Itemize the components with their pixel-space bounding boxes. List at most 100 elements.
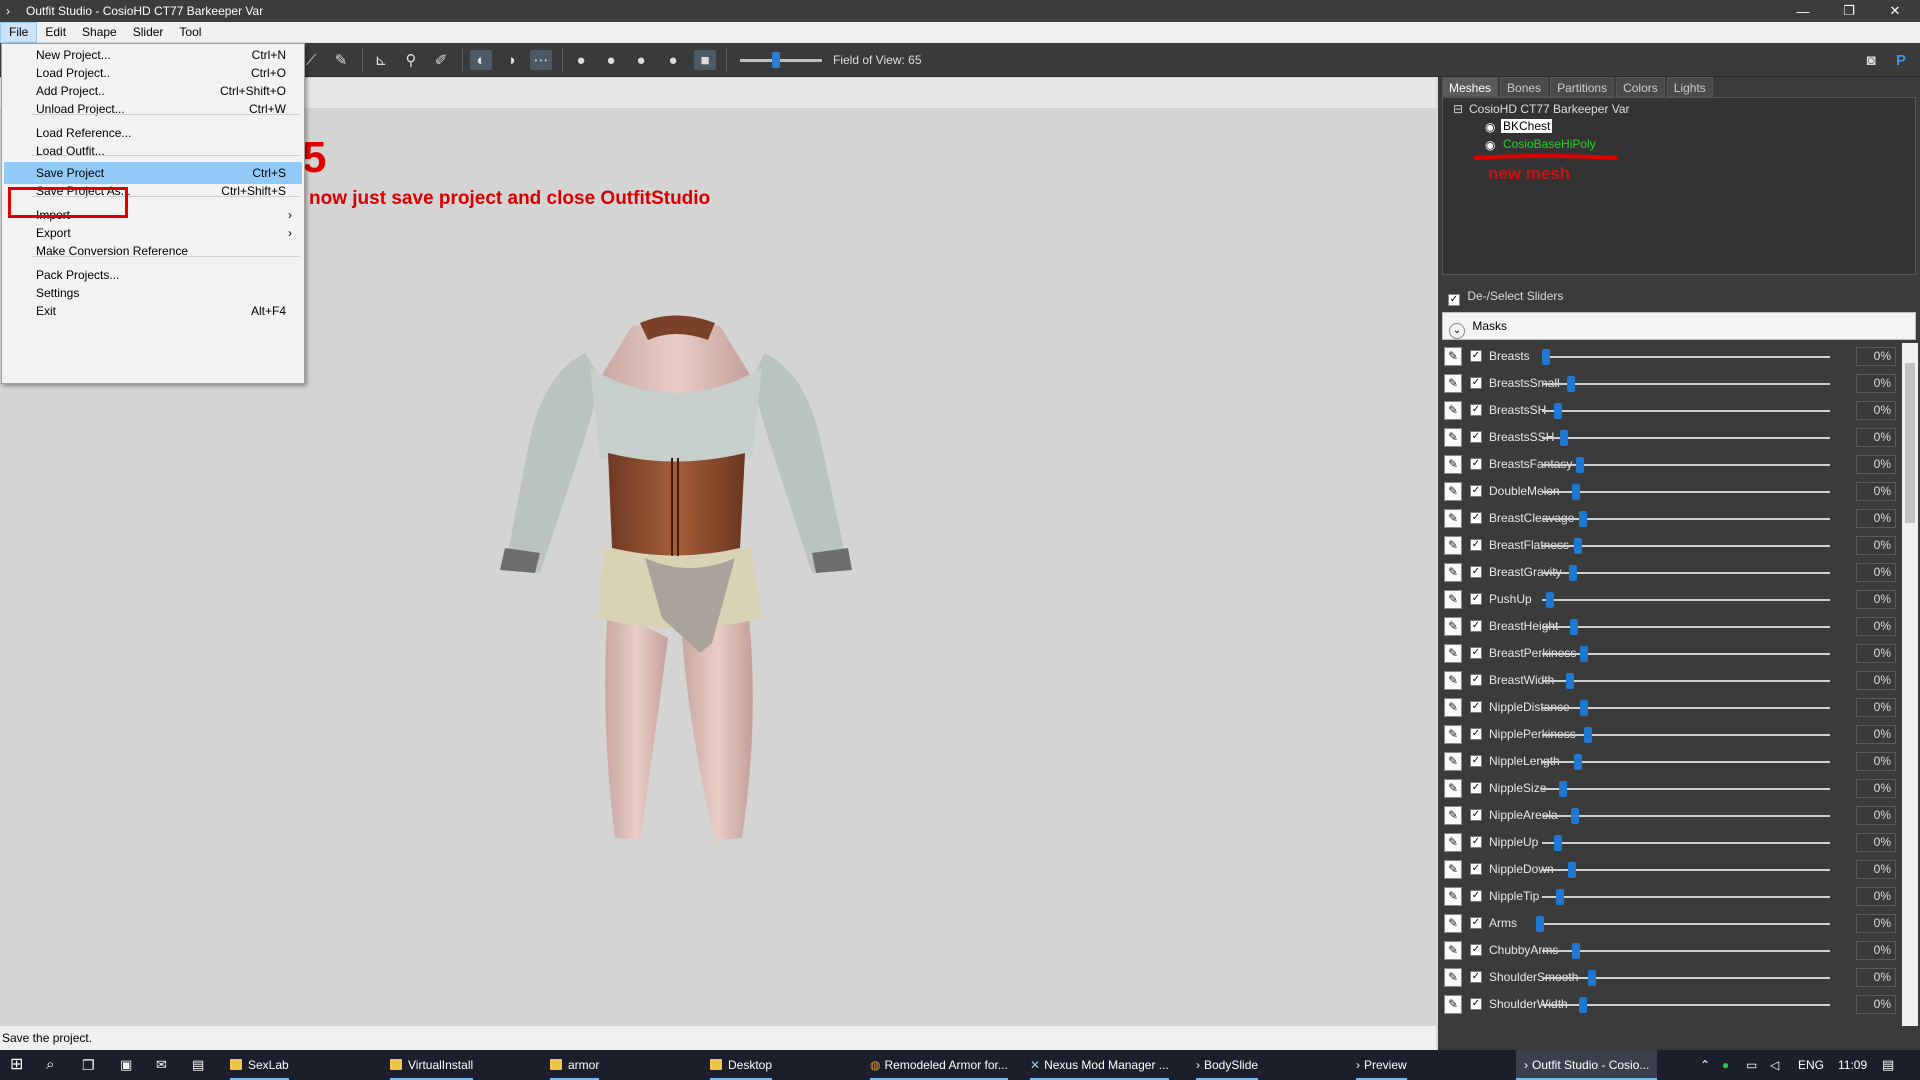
edit-slider-pencil-icon[interactable]: ✎ (1444, 455, 1462, 474)
menu-item-make-conversion-reference[interactable]: Make Conversion Reference (4, 240, 302, 262)
slider-track[interactable] (1542, 410, 1830, 412)
mesh-item-cosiobasehipoly[interactable]: CosioBaseHiPoly (1503, 137, 1596, 151)
slider-thumb[interactable] (1568, 862, 1576, 878)
slider-value-field[interactable]: 0% (1856, 941, 1896, 960)
slider-thumb[interactable] (1569, 565, 1577, 581)
taskbar-item-browser[interactable]: ◍ Remodeled Armor for... (870, 1050, 1008, 1080)
store-icon[interactable]: ▣ (120, 1050, 132, 1080)
search-icon[interactable]: ⌕ (46, 1050, 54, 1080)
slider-thumb[interactable] (1546, 592, 1554, 608)
network-icon[interactable]: ▭ (1746, 1050, 1757, 1080)
slider-track[interactable] (1542, 437, 1830, 439)
discord-icon[interactable]: ◙ (1860, 50, 1882, 70)
collapse-icon[interactable]: ⊟ (1453, 102, 1463, 116)
perspective-cube-icon[interactable]: ■ (694, 50, 716, 70)
slider-checkbox[interactable]: ✓ (1470, 701, 1482, 713)
edit-slider-pencil-icon[interactable]: ✎ (1444, 833, 1462, 852)
edit-slider-pencil-icon[interactable]: ✎ (1444, 995, 1462, 1014)
slider-track[interactable] (1542, 680, 1830, 682)
slider-track[interactable] (1542, 761, 1830, 763)
slider-checkbox[interactable]: ✓ (1470, 944, 1482, 956)
slider-value-field[interactable]: 0% (1856, 752, 1896, 771)
slider-value-field[interactable]: 0% (1856, 563, 1896, 582)
edit-slider-pencil-icon[interactable]: ✎ (1444, 941, 1462, 960)
slider-checkbox[interactable]: ✓ (1470, 836, 1482, 848)
menu-shape[interactable]: Shape (74, 22, 125, 43)
slider-checkbox[interactable]: ✓ (1470, 755, 1482, 767)
slider-checkbox[interactable]: ✓ (1470, 431, 1482, 443)
edit-slider-pencil-icon[interactable]: ✎ (1444, 644, 1462, 663)
slider-track[interactable] (1542, 356, 1830, 358)
slider-track[interactable] (1542, 545, 1830, 547)
slider-checkbox[interactable]: ✓ (1470, 458, 1482, 470)
eye-icon[interactable]: ◉ (1485, 120, 1495, 134)
edit-slider-pencil-icon[interactable]: ✎ (1444, 590, 1462, 609)
view-front-icon[interactable]: ● (570, 50, 592, 70)
slider-checkbox[interactable]: ✓ (1470, 890, 1482, 902)
tab-lights[interactable]: Lights (1666, 77, 1713, 97)
slider-thumb[interactable] (1554, 835, 1562, 851)
slider-thumb[interactable] (1579, 997, 1587, 1013)
slider-track[interactable] (1542, 950, 1830, 952)
slider-value-field[interactable]: 0% (1856, 914, 1896, 933)
edit-slider-pencil-icon[interactable]: ✎ (1444, 563, 1462, 582)
taskbar-item-virtualinstall[interactable]: VirtualInstall (390, 1050, 474, 1080)
notification-icon[interactable]: ▤ (1882, 1050, 1894, 1080)
slider-value-field[interactable]: 0% (1856, 995, 1896, 1014)
slider-value-field[interactable]: 0% (1856, 536, 1896, 555)
menu-item-unload-project[interactable]: Unload Project... Ctrl+W (4, 98, 302, 120)
slider-checkbox[interactable]: ✓ (1470, 620, 1482, 632)
slider-checkbox[interactable]: ✓ (1470, 971, 1482, 983)
mirror-x-icon[interactable]: ◐ (470, 50, 492, 70)
volume-icon[interactable]: ◁ (1770, 1050, 1779, 1080)
edit-slider-pencil-icon[interactable]: ✎ (1444, 617, 1462, 636)
slider-value-field[interactable]: 0% (1856, 968, 1896, 987)
slider-thumb[interactable] (1584, 727, 1592, 743)
slider-thumb[interactable] (1567, 376, 1575, 392)
edit-slider-pencil-icon[interactable]: ✎ (1444, 482, 1462, 501)
taskbar-item-desktop[interactable]: Desktop (710, 1050, 773, 1080)
slider-value-field[interactable]: 0% (1856, 509, 1896, 528)
slider-checkbox[interactable]: ✓ (1470, 917, 1482, 929)
mirror-z-icon[interactable]: ⋯ (530, 50, 552, 70)
edit-slider-pencil-icon[interactable]: ✎ (1444, 914, 1462, 933)
minimize-button[interactable]: — (1780, 0, 1826, 22)
edit-slider-pencil-icon[interactable]: ✎ (1444, 428, 1462, 447)
slider-checkbox[interactable]: ✓ (1470, 809, 1482, 821)
slider-value-field[interactable]: 0% (1856, 374, 1896, 393)
slider-checkbox[interactable]: ✓ (1470, 404, 1482, 416)
edit-slider-pencil-icon[interactable]: ✎ (1444, 806, 1462, 825)
edit-slider-pencil-icon[interactable]: ✎ (1444, 509, 1462, 528)
slider-track[interactable] (1542, 599, 1830, 601)
edit-slider-pencil-icon[interactable]: ✎ (1444, 671, 1462, 690)
windows-start-icon[interactable]: ⊞ (10, 1050, 23, 1080)
mesh-tree[interactable]: ⊟ CosioHD CT77 Barkeeper Var ◉ BKChest ◉… (1442, 97, 1916, 275)
slider-checkbox[interactable]: ✓ (1470, 377, 1482, 389)
expand-icon[interactable]: ⌄ (1449, 323, 1465, 339)
slider-thumb[interactable] (1574, 754, 1582, 770)
slider-value-field[interactable]: 0% (1856, 725, 1896, 744)
notepad-icon[interactable]: ▤ (192, 1050, 204, 1080)
slider-value-field[interactable]: 0% (1856, 806, 1896, 825)
slider-track[interactable] (1542, 842, 1830, 844)
slider-value-field[interactable]: 0% (1856, 428, 1896, 447)
slider-checkbox[interactable]: ✓ (1470, 728, 1482, 740)
taskbar-item-armor[interactable]: armor (550, 1050, 600, 1080)
edit-slider-pencil-icon[interactable]: ✎ (1444, 725, 1462, 744)
slider-track[interactable] (1542, 977, 1830, 979)
deselect-sliders-checkbox[interactable]: ✓ (1448, 294, 1460, 306)
slider-value-field[interactable]: 0% (1856, 887, 1896, 906)
taskbar-item-bodyslide[interactable]: › BodySlide (1196, 1050, 1259, 1080)
slider-thumb[interactable] (1572, 484, 1580, 500)
tab-colors[interactable]: Colors (1616, 77, 1665, 97)
view-left-icon[interactable]: ● (600, 50, 622, 70)
tab-meshes[interactable]: Meshes (1442, 77, 1499, 97)
slider-checkbox[interactable]: ✓ (1470, 674, 1482, 686)
slider-value-field[interactable]: 0% (1856, 779, 1896, 798)
slider-value-field[interactable]: 0% (1856, 455, 1896, 474)
slider-value-field[interactable]: 0% (1856, 698, 1896, 717)
tab-bones[interactable]: Bones (1500, 77, 1549, 97)
edit-slider-pencil-icon[interactable]: ✎ (1444, 401, 1462, 420)
slider-thumb[interactable] (1556, 889, 1564, 905)
menu-tool[interactable]: Tool (171, 22, 209, 43)
